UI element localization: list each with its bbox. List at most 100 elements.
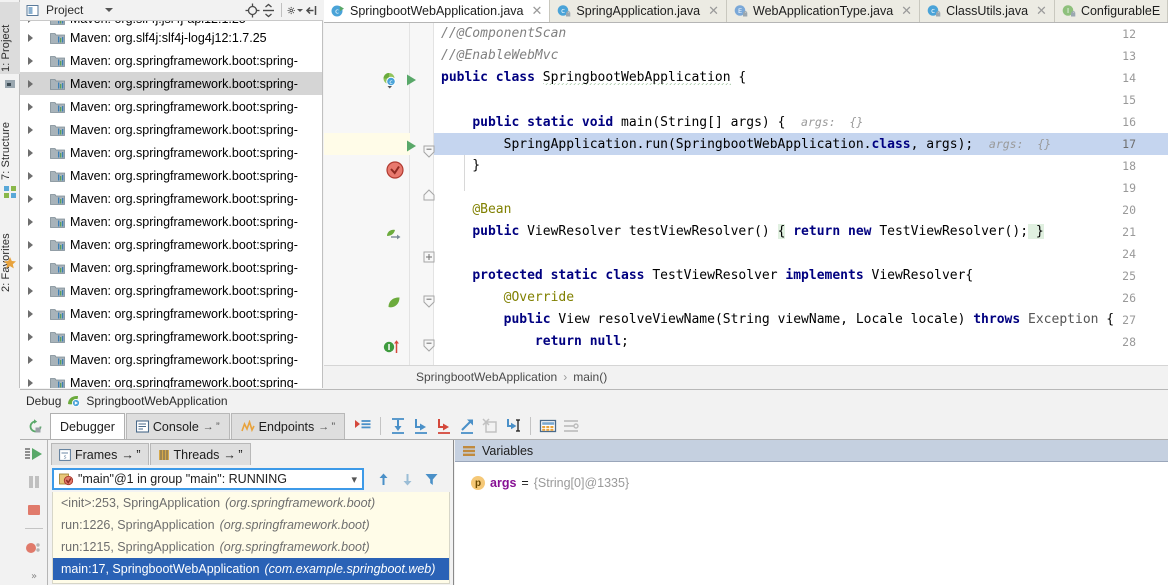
stack-frame-row[interactable]: run:1215, SpringApplication (org.springfr… <box>53 536 449 558</box>
tree-item-maven-dependency[interactable]: Maven: org.springframework.boot:spring- <box>20 164 322 187</box>
editor-tab[interactable]: E WebApplicationType.java ✕ <box>727 0 921 22</box>
evaluate-expression-icon[interactable] <box>537 415 559 437</box>
implementing-method-icon[interactable]: I <box>383 339 403 355</box>
rerun-icon[interactable] <box>24 415 46 437</box>
close-icon[interactable]: ✕ <box>708 3 719 19</box>
tree-item-maven-dependency[interactable]: Maven: org.springframework.boot:spring- <box>20 233 322 256</box>
pin-icon-frames[interactable]: → ” <box>121 448 140 462</box>
close-icon[interactable]: ✕ <box>1036 3 1047 19</box>
chevron-right-icon[interactable] <box>28 309 33 318</box>
tab-console[interactable]: Console → ” <box>125 413 230 439</box>
chevron-right-icon[interactable] <box>28 148 33 157</box>
chevron-right-icon[interactable] <box>28 194 33 203</box>
editor-tab[interactable]: c ClassUtils.java ✕ <box>920 0 1055 22</box>
editor-tab[interactable]: c SpringbootWebApplication.java ✕ <box>324 0 551 22</box>
down-arrow-icon[interactable] <box>396 468 418 490</box>
bean-icon[interactable] <box>384 227 402 245</box>
pin-icon-endpoints[interactable]: → ” <box>318 421 335 433</box>
tree-item-maven-dependency[interactable]: Maven: org.springframework.boot:spring- <box>20 72 322 95</box>
show-execution-point-icon[interactable] <box>352 415 374 437</box>
frames-pane[interactable]: s Frames → ” Threads → ” "main"@1 in gro… <box>48 440 454 585</box>
breadcrumb-method[interactable]: main() <box>573 370 607 384</box>
chevron-down-icon-thread[interactable]: ▾ <box>351 473 357 486</box>
run-to-cursor-icon[interactable] <box>502 415 524 437</box>
run-method-icon[interactable] <box>404 139 418 153</box>
up-arrow-icon[interactable] <box>372 468 394 490</box>
tree-item-maven-dependency[interactable]: Maven: org.springframework.boot:spring- <box>20 118 322 141</box>
class-run-marker-icon[interactable]: c <box>382 72 399 89</box>
frames-toolbar[interactable] <box>372 468 442 490</box>
tree-item-maven-dependency[interactable]: Maven: org.slf4j:slf4j-log4j12:1.7.25 <box>20 26 322 49</box>
tree-item-maven-dependency[interactable]: Maven: org.springframework.boot:spring- <box>20 325 322 348</box>
project-tree[interactable]: Maven: org.slf4j:jsl4j-apl12:1.25 Maven: … <box>20 21 323 388</box>
chevron-right-icon[interactable] <box>28 125 33 134</box>
chevron-right-icon[interactable] <box>28 56 33 65</box>
stack-frame-row[interactable]: main:17, SpringbootWebApplication (com.ex… <box>53 558 449 580</box>
settings-gear-icon[interactable] <box>287 2 303 18</box>
chevron-right-icon[interactable] <box>28 332 33 341</box>
variables-pane[interactable]: Variables p args = {String[0]@1335} <box>455 440 1168 585</box>
tab-endpoints[interactable]: Endpoints → ” <box>230 413 346 439</box>
tree-item-maven-dependency[interactable]: Maven: org.springframework.boot:spring- <box>20 187 322 210</box>
frames-threads-tabs[interactable]: s Frames → ” Threads → ” <box>48 440 453 465</box>
editor-tab[interactable]: c SpringApplication.java ✕ <box>550 0 728 22</box>
step-into-icon[interactable] <box>410 415 432 437</box>
run-class-icon[interactable] <box>404 73 418 87</box>
tab-debugger[interactable]: Debugger <box>50 413 125 439</box>
code-editor[interactable]: 12 13 14 15 16 17 18 19 20 21 24 25 26 27 28 c <box>324 23 1168 365</box>
chevron-right-icon[interactable] <box>28 21 33 23</box>
stack-frame-row[interactable]: <init>:253, SpringApplication (org.spring… <box>53 492 449 514</box>
stack-frame-row[interactable]: run:1226, SpringApplication (org.springfr… <box>53 514 449 536</box>
force-step-into-icon[interactable] <box>433 415 455 437</box>
filter-icon[interactable] <box>420 468 442 490</box>
chevron-right-icon[interactable] <box>28 240 33 249</box>
breakpoint-disabled-icon[interactable] <box>386 161 404 179</box>
tree-item-maven-dependency[interactable]: Maven: org.springframework.boot:spring- <box>20 371 322 388</box>
collapse-all-icon[interactable] <box>260 2 276 18</box>
step-over-icon[interactable] <box>387 415 409 437</box>
call-stack-list[interactable]: <init>:253, SpringApplication (org.spring… <box>52 492 450 584</box>
editor-tab[interactable]: I ConfigurableE <box>1054 0 1168 22</box>
stop-program-icon[interactable] <box>23 501 45 520</box>
close-icon[interactable]: ✕ <box>532 3 543 19</box>
chevron-right-icon[interactable] <box>28 286 33 295</box>
spring-leaf-icon[interactable] <box>386 295 402 311</box>
chevron-right-icon[interactable] <box>28 217 33 226</box>
step-out-icon[interactable] <box>456 415 478 437</box>
tree-item-maven-dependency[interactable]: Maven: org.springframework.boot:spring- <box>20 348 322 371</box>
chevron-right-icon[interactable] <box>28 263 33 272</box>
breadcrumb[interactable]: SpringbootWebApplication › main() <box>324 365 1168 388</box>
chevron-right-icon[interactable] <box>28 79 33 88</box>
sidebar-item-project[interactable]: 1: Project <box>0 2 20 74</box>
tree-item-maven-dependency[interactable]: Maven: org.springframework.boot:spring- <box>20 95 322 118</box>
chevron-right-icon[interactable] <box>28 102 33 111</box>
view-breakpoints-icon[interactable] <box>23 538 45 557</box>
chevron-right-icon[interactable] <box>28 171 33 180</box>
sidebar-item-favorites[interactable]: 2: Favorites <box>0 206 20 294</box>
mute-breakpoints-icon[interactable]: » <box>23 566 45 585</box>
tree-item-maven-dependency[interactable]: Maven: org.springframework.boot:spring- <box>20 256 322 279</box>
chevron-right-icon[interactable] <box>28 33 33 42</box>
pin-icon-console[interactable]: → ” <box>203 421 220 433</box>
tree-item-maven-dependency[interactable]: Maven: org.springframework.boot:spring- <box>20 302 322 325</box>
debug-action-rail[interactable]: » <box>20 440 48 585</box>
pin-icon-threads[interactable]: → ” <box>223 448 242 462</box>
locate-icon[interactable] <box>244 2 260 18</box>
code-text-area[interactable]: //@ComponentScan //@EnableWebMvc public … <box>434 23 1168 365</box>
thread-selector[interactable]: "main"@1 in group "main": RUNNING ▾ <box>52 468 364 490</box>
tree-item-maven-dependency[interactable]: Maven: org.springframework.boot:spring- <box>20 49 322 72</box>
close-icon[interactable]: ✕ <box>901 3 912 19</box>
debug-step-toolbar[interactable] <box>346 413 582 439</box>
chevron-down-icon[interactable] <box>101 2 117 18</box>
variable-row-args[interactable]: p args = {String[0]@1335} <box>455 472 1168 494</box>
hide-tool-window-icon[interactable] <box>303 2 319 18</box>
chevron-right-icon[interactable] <box>28 378 33 387</box>
tree-item-maven-dependency[interactable]: Maven: org.springframework.boot:spring- <box>20 210 322 233</box>
tree-item-maven-dependency[interactable]: Maven: org.springframework.boot:spring- <box>20 141 322 164</box>
debug-tabs-row[interactable]: Debugger Console → ” Endpoints → ” <box>20 411 1168 440</box>
resume-program-icon[interactable] <box>23 445 45 464</box>
sidebar-item-structure[interactable]: 7: Structure <box>0 98 20 182</box>
tree-item-maven-dependency[interactable]: Maven: org.springframework.boot:spring- <box>20 279 322 302</box>
editor-tab-bar[interactable]: c SpringbootWebApplication.java ✕ c SpringAp… <box>324 0 1168 23</box>
breadcrumb-class[interactable]: SpringbootWebApplication <box>416 370 557 384</box>
